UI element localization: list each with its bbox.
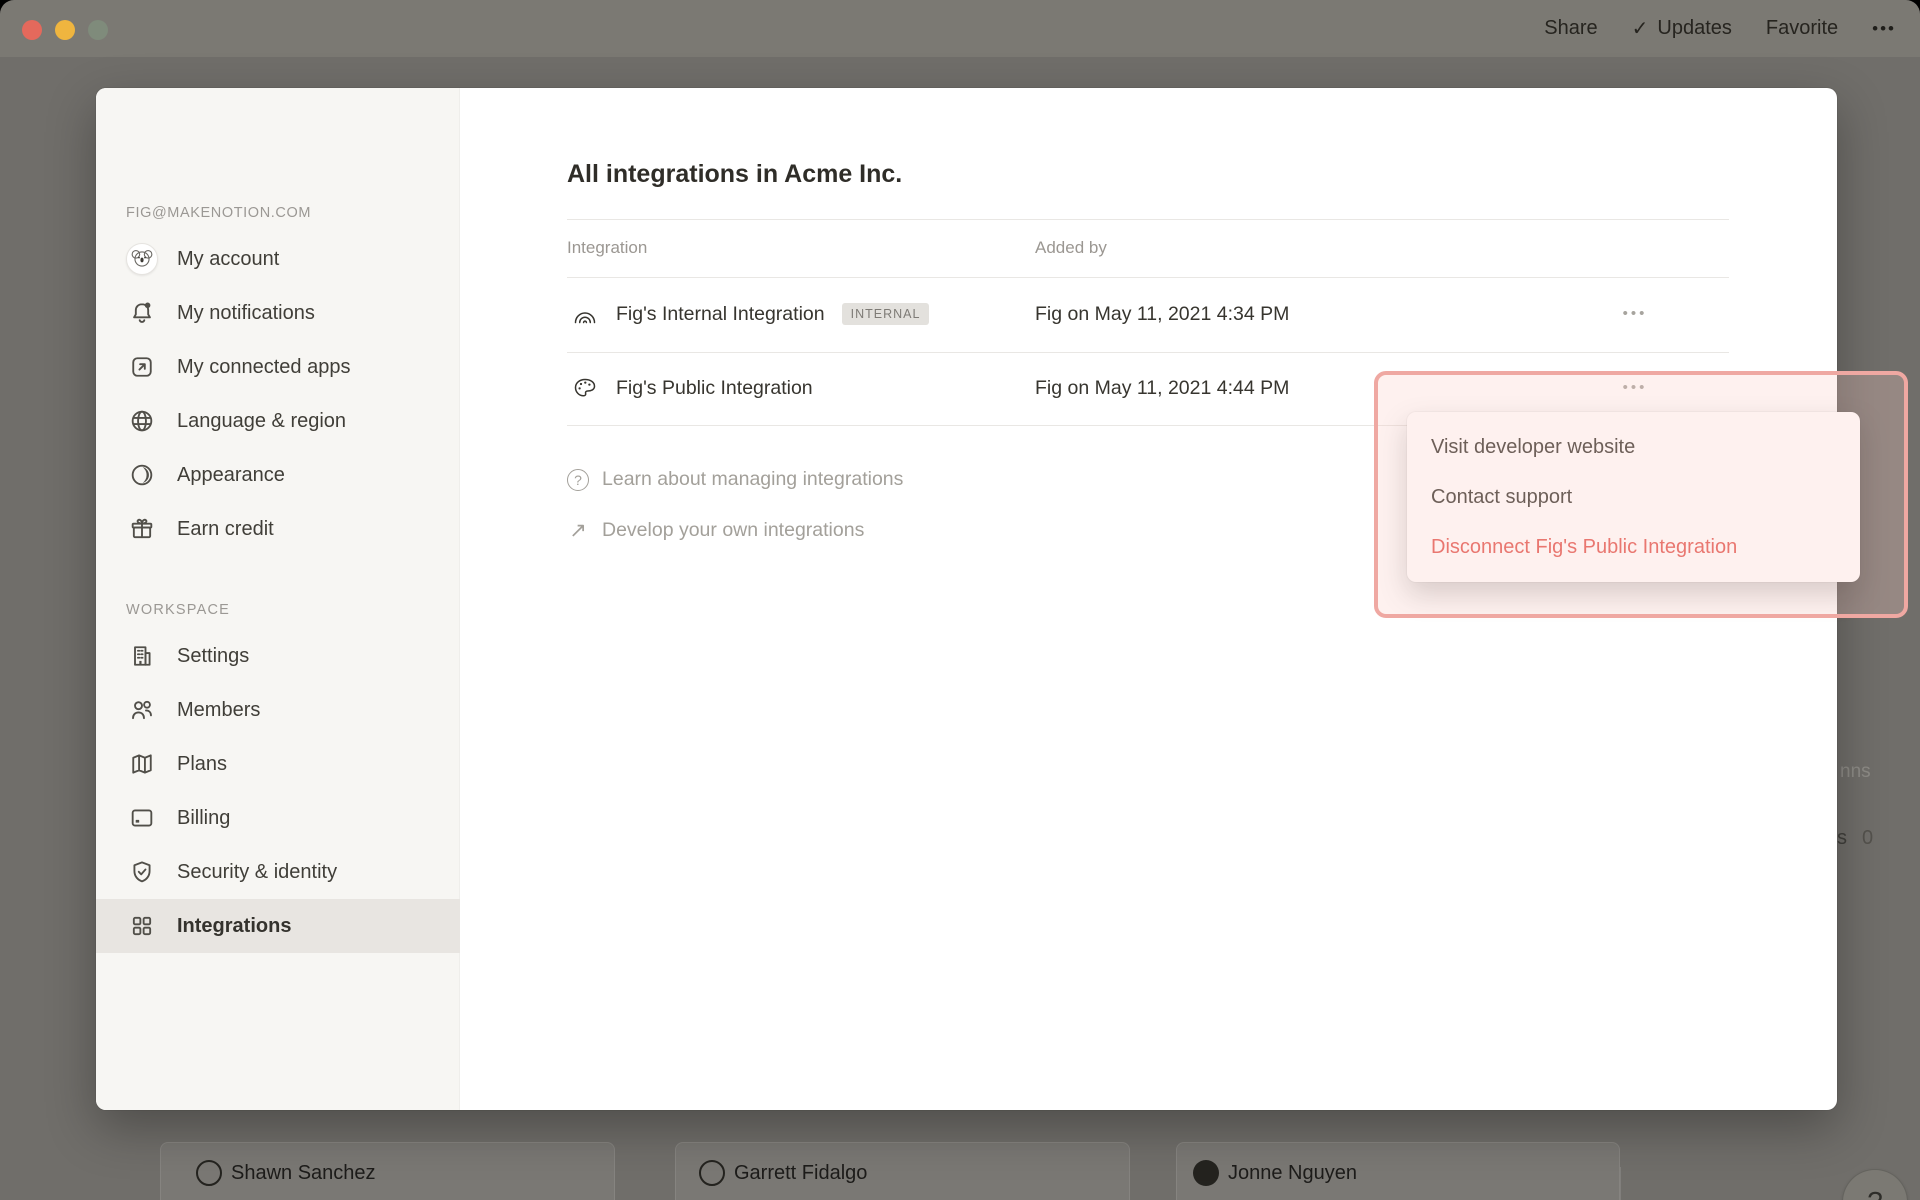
building-icon (128, 642, 156, 670)
moon-icon (128, 461, 156, 489)
integration-name: Fig's Public Integration (616, 377, 813, 400)
card-person-row: Garrett Fidalgo (699, 1160, 867, 1186)
added-by-cell: Fig on May 11, 2021 4:44 PM (1035, 377, 1289, 400)
clipped-count-fragment: 0 (1862, 827, 1873, 850)
internal-badge: INTERNAL (842, 303, 930, 325)
settings-modal: FIG@MAKENOTION.COM My account My notific… (96, 88, 1837, 1110)
help-button[interactable]: ? (1842, 1169, 1908, 1200)
gift-icon (128, 515, 156, 543)
koala-avatar-icon (126, 243, 158, 275)
sidebar-item-label: Language & region (177, 410, 346, 433)
clipped-text-fragment: nns (1840, 761, 1871, 783)
sidebar-item-label: Members (177, 699, 260, 722)
sidebar-item-label: My connected apps (177, 356, 350, 379)
card-person-row: Jonne Nguyen (1193, 1160, 1357, 1186)
minimize-window-button[interactable] (55, 20, 75, 40)
sidebar-item-label: Appearance (177, 464, 285, 487)
zoom-window-button[interactable] (88, 20, 108, 40)
sidebar-item-label: My account (177, 248, 279, 271)
learn-integrations-link[interactable]: ? Learn about managing integrations (567, 468, 903, 491)
clipped-text-fragment: s (1837, 827, 1847, 850)
arrow-up-right-icon: ↗ (567, 518, 589, 543)
grid-icon (128, 912, 156, 940)
share-button[interactable]: Share (1544, 17, 1597, 40)
palette-doodle-icon (567, 370, 603, 406)
sidebar-item-label: Plans (177, 753, 227, 776)
sidebar-item-label: Integrations (177, 915, 291, 938)
table-border (567, 277, 1729, 278)
sidebar-item-settings[interactable]: Settings (96, 629, 460, 683)
settings-sidebar: FIG@MAKENOTION.COM My account My notific… (96, 88, 460, 1110)
sidebar-item-security-identity[interactable]: Security & identity (96, 845, 460, 899)
integration-row-internal: Fig's Internal Integration INTERNAL (567, 296, 929, 332)
menu-item-contact-support[interactable]: Contact support (1407, 472, 1860, 522)
board-card: Jonne Nguyen J Jieun Kim Task (1176, 1142, 1620, 1200)
table-border (567, 352, 1729, 353)
sidebar-item-appearance[interactable]: Appearance (96, 448, 460, 502)
sidebar-item-label: Earn credit (177, 518, 274, 541)
shield-check-icon (128, 858, 156, 886)
column-header-added-by: Added by (1035, 238, 1107, 258)
arrow-up-right-square-icon (128, 353, 156, 381)
page-title: All integrations in Acme Inc. (567, 160, 902, 189)
workspace-section-label: WORKSPACE (126, 602, 230, 618)
row-more-options-icon[interactable]: ••• (1608, 305, 1662, 322)
titlebar-actions: Share ✓ Updates Favorite ••• (1544, 0, 1896, 57)
avatar (196, 1160, 222, 1186)
sidebar-item-my-notifications[interactable]: My notifications (96, 286, 460, 340)
map-icon (128, 750, 156, 778)
avatar (699, 1160, 725, 1186)
board-card: Shawn Sanchez Leslie Jensen Zeno Wu Task (160, 1142, 615, 1200)
updates-button[interactable]: ✓ Updates (1632, 16, 1732, 41)
close-window-button[interactable] (22, 20, 42, 40)
sidebar-item-billing[interactable]: Billing (96, 791, 460, 845)
sidebar-item-label: Settings (177, 645, 249, 668)
credit-card-icon (128, 804, 156, 832)
added-by-cell: Fig on May 11, 2021 4:34 PM (1035, 303, 1289, 326)
sidebar-item-integrations[interactable]: Integrations (96, 899, 460, 953)
bell-icon (128, 299, 156, 327)
avatar (1193, 1160, 1219, 1186)
people-icon (128, 696, 156, 724)
table-border (567, 219, 1729, 220)
sidebar-item-label: My notifications (177, 302, 315, 325)
notion-settings-screen: Share ✓ Updates Favorite ••• Shawn Sanch… (0, 0, 1920, 1200)
sidebar-item-language-region[interactable]: Language & region (96, 394, 460, 448)
integration-row-public: Fig's Public Integration (567, 370, 813, 406)
globe-icon (128, 407, 156, 435)
sidebar-item-my-connected-apps[interactable]: My connected apps (96, 340, 460, 394)
develop-integrations-link[interactable]: ↗ Develop your own integrations (567, 518, 864, 543)
board-column-divider (1620, 1167, 1621, 1200)
integration-name: Fig's Internal Integration (616, 303, 825, 326)
window-titlebar: Share ✓ Updates Favorite ••• (0, 0, 1920, 57)
menu-item-visit-developer-website[interactable]: Visit developer website (1407, 422, 1860, 472)
sidebar-item-label: Security & identity (177, 861, 337, 884)
question-circle-icon: ? (567, 469, 589, 491)
sidebar-item-plans[interactable]: Plans (96, 737, 460, 791)
card-person-row: Shawn Sanchez (196, 1160, 376, 1186)
column-header-integration: Integration (567, 238, 647, 258)
sidebar-item-members[interactable]: Members (96, 683, 460, 737)
row-more-options-icon[interactable]: ••• (1608, 379, 1662, 396)
sidebar-item-label: Billing (177, 807, 230, 830)
favorite-button[interactable]: Favorite (1766, 17, 1838, 40)
board-card: Garrett Fidalgo Andrea Lim Chet Corcos T… (675, 1142, 1130, 1200)
account-email-label: FIG@MAKENOTION.COM (126, 205, 311, 221)
sidebar-item-my-account[interactable]: My account (96, 232, 460, 286)
menu-item-disconnect-integration[interactable]: Disconnect Fig's Public Integration (1407, 522, 1860, 572)
sidebar-item-earn-credit[interactable]: Earn credit (96, 502, 460, 556)
more-options-icon[interactable]: ••• (1872, 19, 1896, 39)
rainbow-doodle-icon (567, 296, 603, 332)
check-icon: ✓ (1632, 16, 1649, 41)
integration-context-menu: Visit developer website Contact support … (1407, 412, 1860, 582)
